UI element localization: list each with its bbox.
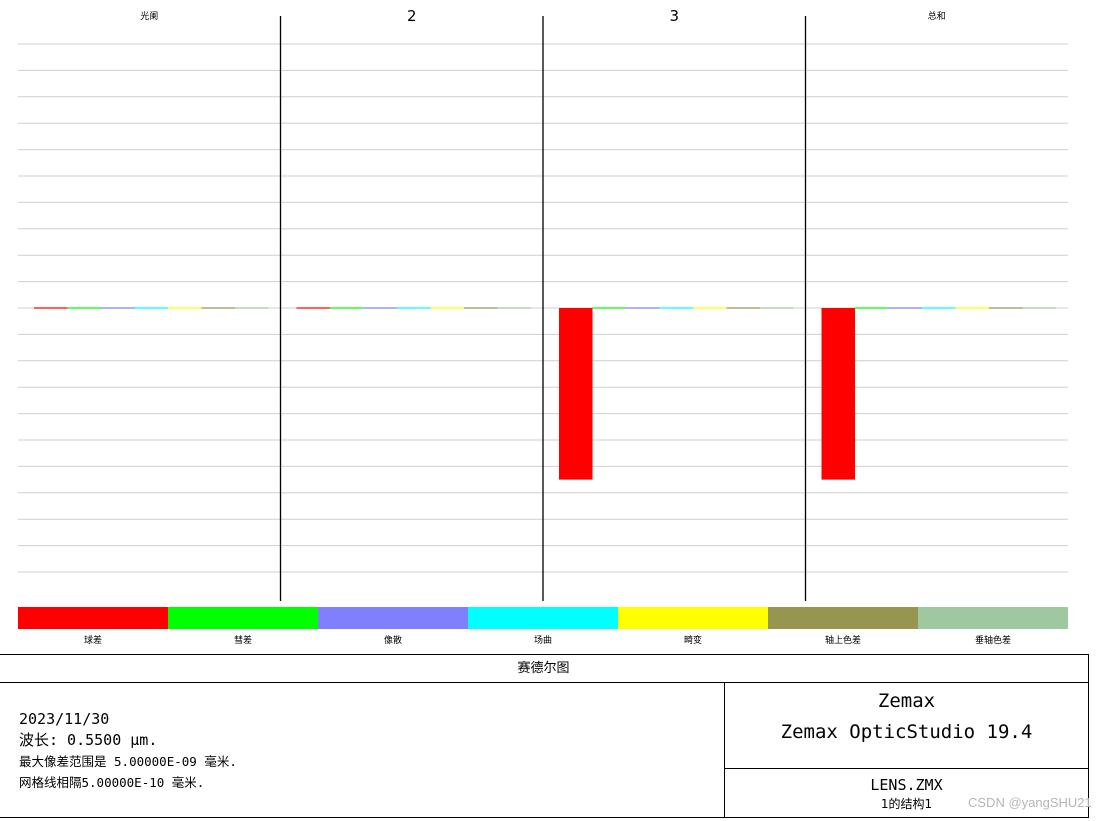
grid-spacing-text: 网格线相隔5.00000E-10 毫米. (19, 775, 205, 790)
max-range-text: 最大像差范围是 5.00000E-09 毫米. (19, 754, 237, 769)
group-label: 光阑 (140, 10, 158, 22)
bar (559, 308, 593, 480)
product-text: Zemax OpticStudio 19.4 (780, 721, 1033, 743)
watermark: CSDN @yangSHU21 (968, 795, 1092, 810)
date-text: 2023/11/30 (19, 710, 110, 728)
seidel-chart: 光阑 2 3 总和 (18, 7, 1068, 601)
legend-swatch (468, 607, 618, 629)
bar (821, 308, 855, 480)
info-box: 赛德尔图 2023/11/30 波长: 0.5500 µm. 最大像差范围是 5… (0, 654, 1089, 818)
legend-label: 畸变 (683, 636, 702, 646)
legend-swatches (18, 607, 1068, 629)
legend-label: 垂轴色差 (974, 636, 1011, 646)
legend-label: 彗差 (233, 636, 252, 646)
product-box: Zemax Zemax OpticStudio 19.4 (725, 682, 1088, 769)
group-label: 总和 (928, 10, 946, 22)
brand-text: Zemax (877, 690, 936, 712)
legend-swatch (168, 607, 318, 629)
info-left: 2023/11/30 波长: 0.5500 µm. 最大像差范围是 5.0000… (19, 709, 237, 793)
legend-label: 球差 (83, 636, 102, 646)
legend-swatch (618, 607, 768, 629)
legend-swatch (318, 607, 468, 629)
legend-swatch (918, 607, 1068, 629)
legend-label: 像散 (383, 636, 402, 646)
group-label: 2 (407, 7, 417, 25)
legend-swatch (768, 607, 918, 629)
legend-labels: 球差 彗差 像散 场曲 畸变 轴上色差 垂轴色差 (18, 633, 1068, 646)
file-name: LENS.ZMX (870, 776, 943, 794)
plot-title: 赛德尔图 (0, 655, 1088, 683)
group-label: 3 (669, 7, 679, 25)
legend-label: 轴上色差 (824, 636, 861, 646)
wavelength-text: 波长: 0.5500 µm. (19, 731, 158, 749)
legend-swatch (18, 607, 168, 629)
legend-label: 场曲 (533, 636, 552, 646)
